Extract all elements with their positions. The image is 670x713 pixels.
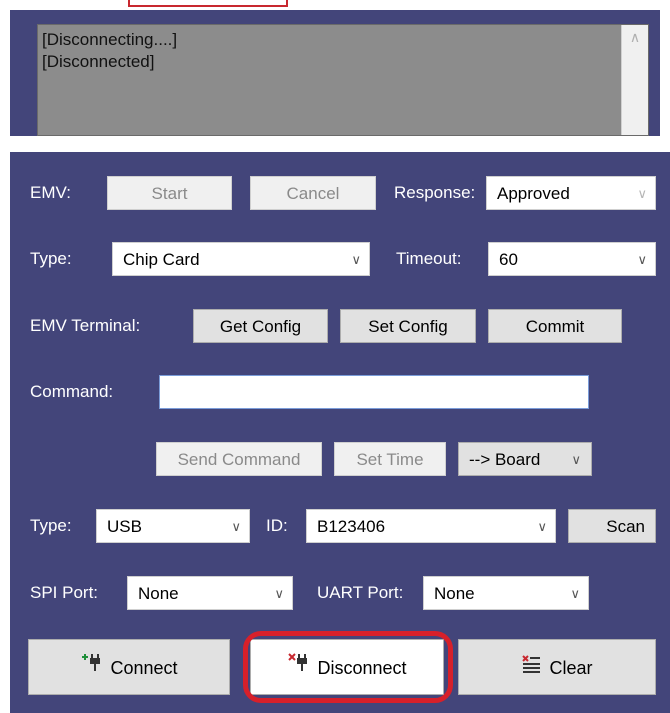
chevron-down-icon: ∨ — [570, 586, 580, 601]
target-value: --> Board — [469, 450, 541, 469]
get-config-button[interactable]: Get Config — [193, 309, 328, 343]
control-panel: EMV: Start Cancel Response: Approved ∨ T… — [10, 152, 670, 713]
log-line: [Disconnecting....] — [42, 30, 178, 49]
uart-port-label: UART Port: — [317, 583, 404, 602]
chevron-down-icon: ∨ — [571, 452, 581, 467]
response-label: Response: — [394, 183, 476, 202]
clear-list-icon — [521, 641, 541, 697]
log-text: [Disconnecting....] [Disconnected] — [42, 29, 177, 73]
set-config-button[interactable]: Set Config — [340, 309, 476, 343]
timeout-select[interactable]: 60 ∨ — [488, 242, 656, 276]
chevron-up-icon[interactable]: ∧ — [622, 29, 648, 46]
commit-button[interactable]: Commit — [488, 309, 622, 343]
clear-label: Clear — [549, 658, 593, 678]
id-label: ID: — [266, 516, 288, 535]
emv-terminal-label: EMV Terminal: — [30, 316, 141, 335]
connection-type-label: Type: — [30, 516, 72, 535]
log-panel: [Disconnecting....] [Disconnected] ∧ — [10, 10, 660, 136]
log-scrollbar[interactable]: ∧ — [621, 25, 648, 135]
command-input[interactable] — [159, 375, 589, 409]
connection-type-select[interactable]: USB ∨ — [96, 509, 250, 543]
type-label: Type: — [30, 249, 72, 268]
uart-port-value: None — [434, 584, 475, 603]
emv-label: EMV: — [30, 183, 71, 202]
chevron-down-icon: ∨ — [637, 252, 647, 267]
chevron-down-icon: ∨ — [231, 519, 241, 534]
spi-port-label: SPI Port: — [30, 583, 99, 602]
chevron-down-icon: ∨ — [274, 586, 284, 601]
response-select[interactable]: Approved ∨ — [486, 176, 656, 210]
scan-button[interactable]: Scan — [568, 509, 656, 543]
log-output[interactable]: [Disconnecting....] [Disconnected] ∧ — [37, 24, 649, 136]
highlight-mark-top — [128, 0, 288, 7]
send-command-button[interactable]: Send Command — [156, 442, 322, 476]
connect-label: Connect — [110, 658, 178, 678]
command-label: Command: — [30, 382, 114, 401]
chevron-down-icon: ∨ — [537, 519, 547, 534]
device-id-value: B123406 — [317, 517, 386, 536]
start-button[interactable]: Start — [107, 176, 232, 210]
spi-port-value: None — [138, 584, 179, 603]
chevron-down-icon: ∨ — [637, 186, 647, 201]
connection-type-value: USB — [107, 517, 142, 536]
timeout-label: Timeout: — [396, 249, 462, 268]
cancel-button[interactable]: Cancel — [250, 176, 376, 210]
set-time-button[interactable]: Set Time — [334, 442, 446, 476]
uart-port-select[interactable]: None ∨ — [423, 576, 589, 610]
connect-button[interactable]: Connect — [28, 639, 230, 695]
card-type-value: Chip Card — [123, 250, 200, 269]
timeout-value: 60 — [499, 250, 518, 269]
card-type-select[interactable]: Chip Card ∨ — [112, 242, 370, 276]
response-value: Approved — [497, 184, 570, 203]
highlight-box — [243, 631, 453, 703]
target-select[interactable]: --> Board ∨ — [458, 442, 592, 476]
chevron-down-icon: ∨ — [351, 252, 361, 267]
spi-port-select[interactable]: None ∨ — [127, 576, 293, 610]
device-id-select[interactable]: B123406 ∨ — [306, 509, 556, 543]
clear-button[interactable]: Clear — [458, 639, 656, 695]
plug-add-icon — [80, 641, 102, 697]
log-line: [Disconnected] — [42, 52, 155, 71]
